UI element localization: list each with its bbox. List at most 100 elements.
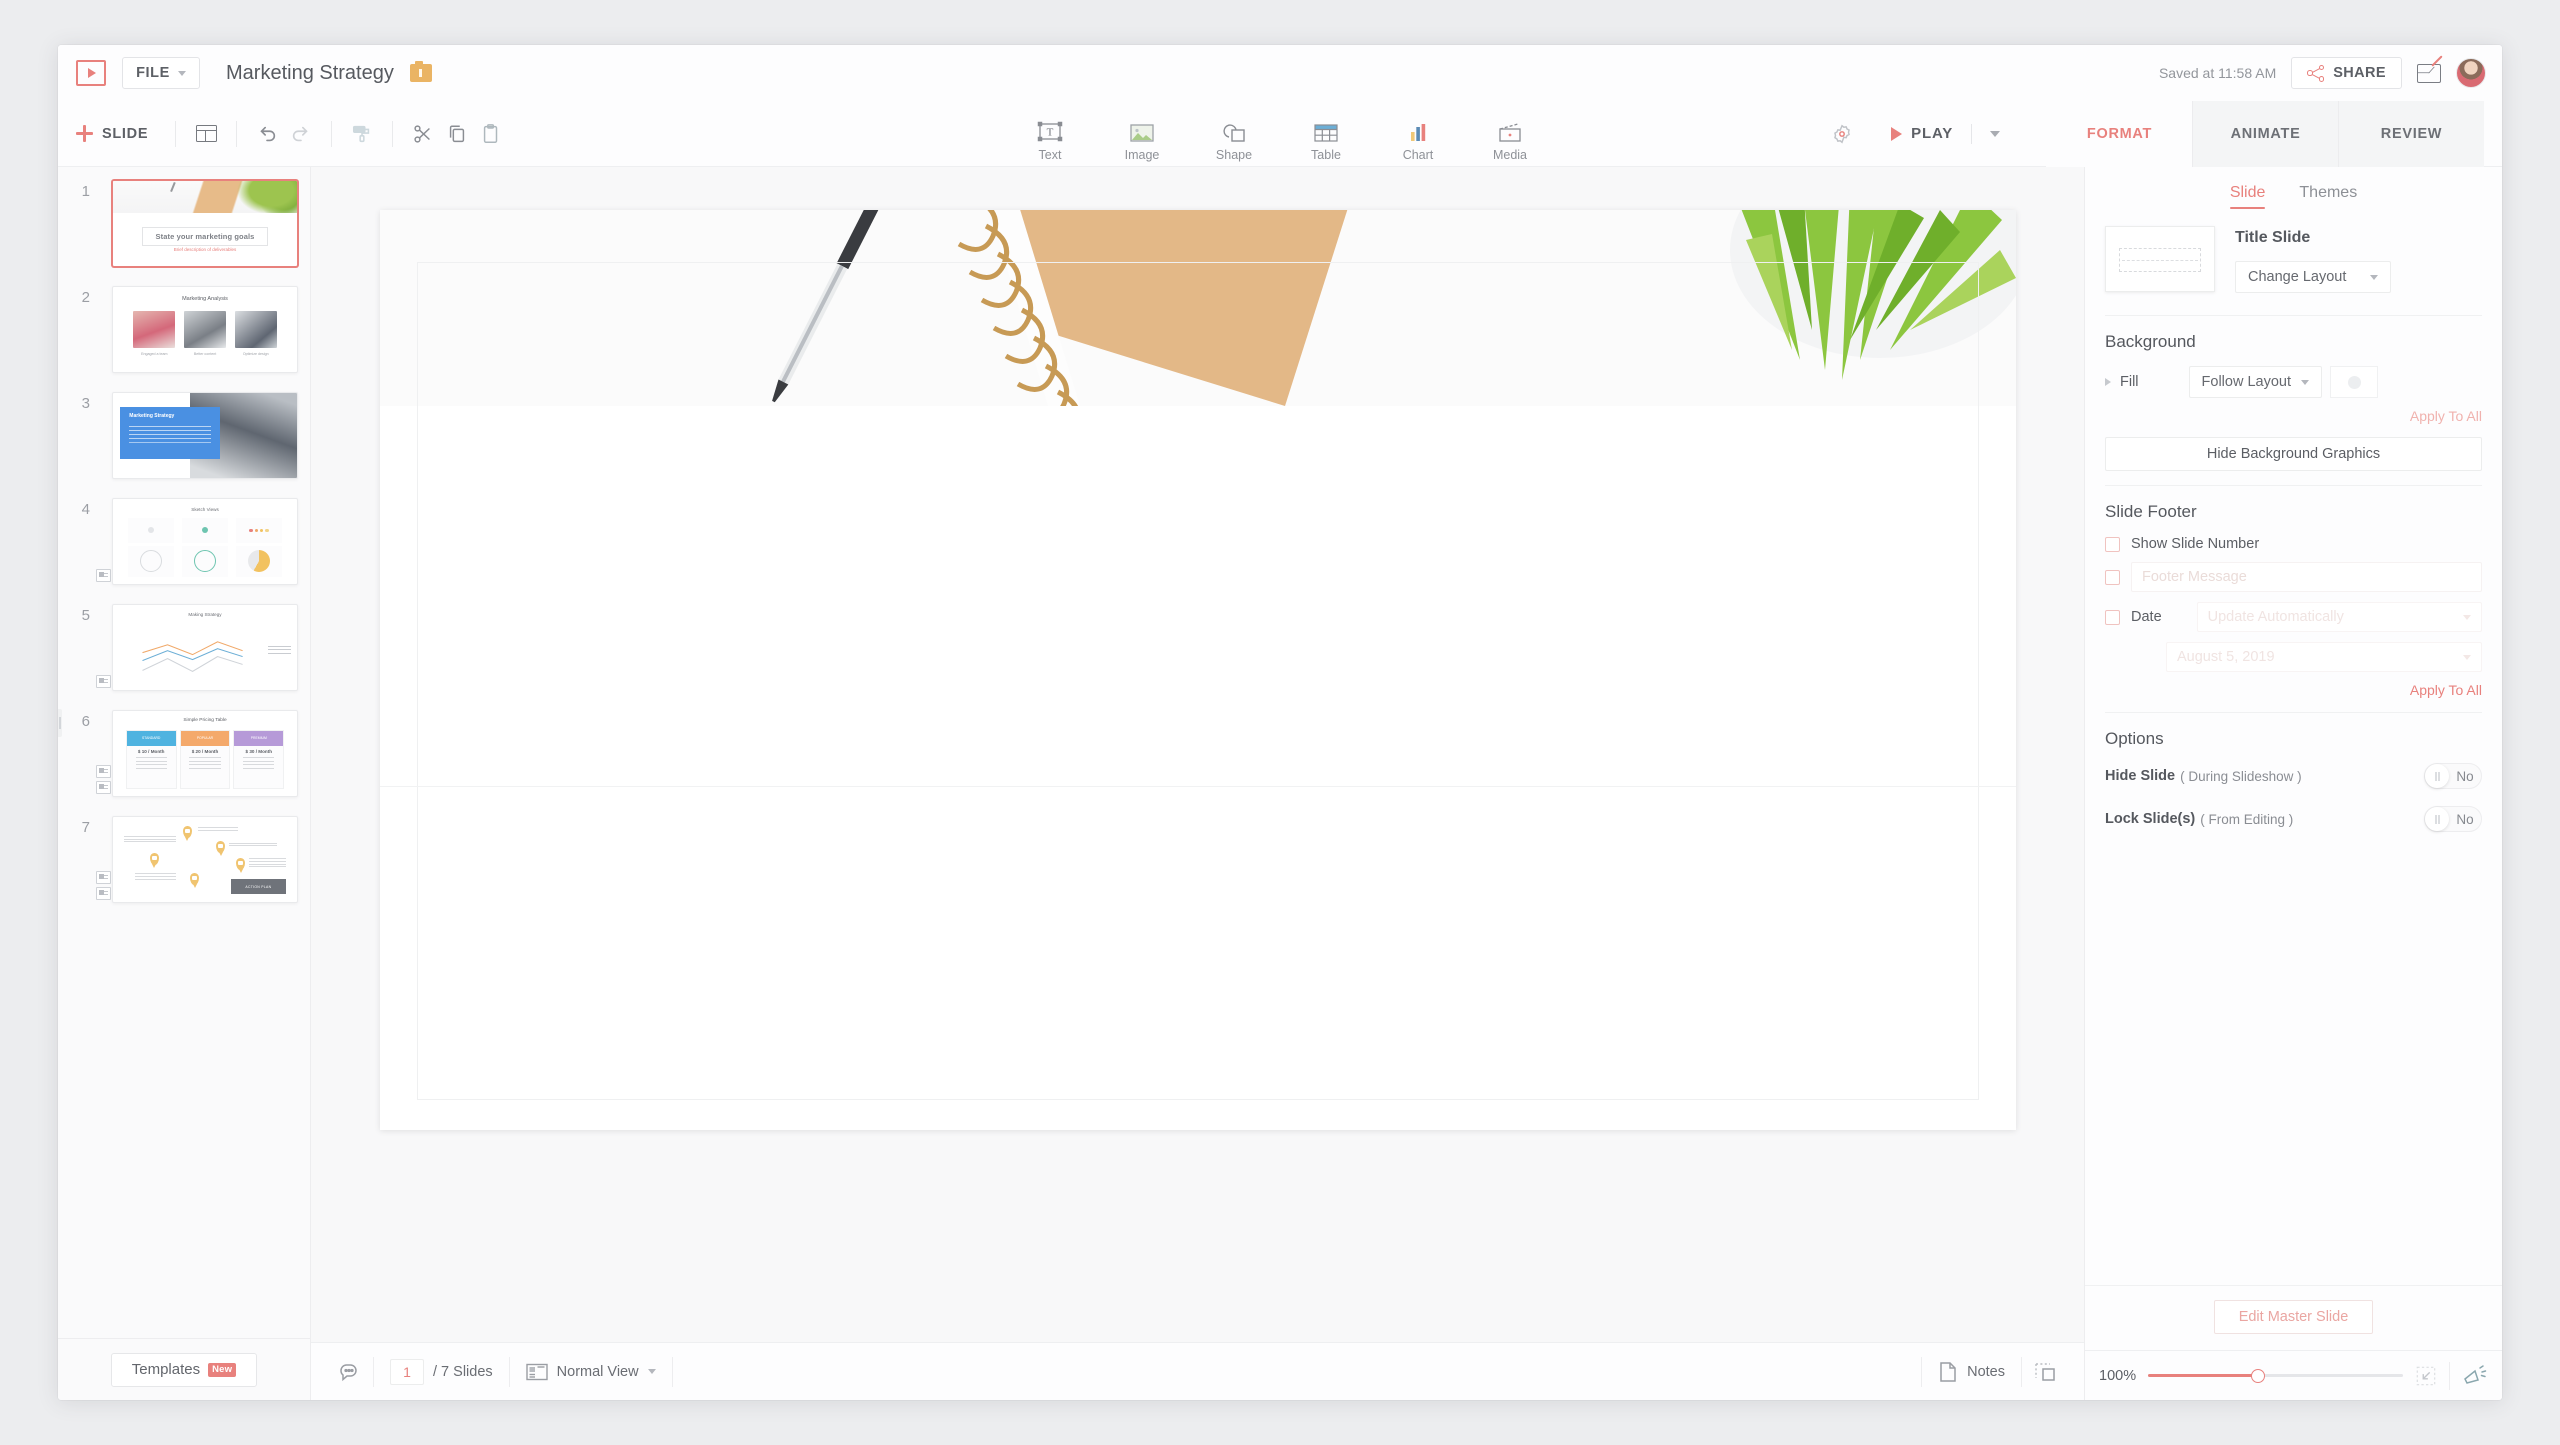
slide-preview[interactable]: Marketing Strategy (112, 392, 298, 479)
slide-thumbnail-2[interactable]: 2 Marketing Analysis Engaged a team Bett… (58, 286, 310, 392)
background-title: Background (2105, 332, 2196, 351)
zoom-slider-handle[interactable] (2251, 1368, 2266, 1383)
hide-slide-toggle[interactable]: No (2424, 763, 2482, 789)
change-layout-button[interactable]: Change Layout (2235, 261, 2391, 293)
date-checkbox[interactable] (2105, 609, 2120, 625)
cut-button[interactable] (406, 117, 440, 151)
play-button[interactable]: PLAY (1877, 123, 2010, 144)
panel-collapse-handle-icon[interactable] (58, 708, 62, 737)
slide-preview[interactable]: Simple Pricing Table STANDARD $ 10 / Mont… (112, 710, 298, 797)
panel-toggle-button[interactable] (2022, 1343, 2068, 1401)
fill-label: Fill (2120, 374, 2139, 390)
subtab-slide[interactable]: Slide (2229, 184, 2265, 209)
slide-layout-button[interactable] (189, 117, 223, 151)
slide-thumbnail-6[interactable]: 6 Simple Pricing Table STANDARD $ 10 / Mo… (58, 710, 310, 816)
templates-button[interactable]: Templates New (110, 1352, 258, 1387)
templates-label: Templates (131, 1361, 201, 1378)
slide-guide-line (379, 786, 2016, 787)
status-bar-right: Notes (1921, 1343, 2068, 1401)
slide-thumbnail-7[interactable]: 7 ACTION PLAN (58, 816, 310, 922)
slide-number: 4 (81, 501, 90, 518)
insert-image-label: Image (1124, 148, 1160, 162)
map-pin-icon (236, 857, 246, 873)
background-apply-to-all[interactable]: Apply To All (2105, 408, 2482, 424)
add-slide-button[interactable]: SLIDE (76, 125, 162, 142)
format-panel-content: Title Slide Change Layout Background Fil… (2085, 209, 2502, 1285)
title-slide-layout-thumbnail[interactable] (2105, 226, 2215, 292)
format-painter-button[interactable] (345, 117, 379, 151)
subtab-themes[interactable]: Themes (2299, 184, 2357, 209)
slide-preview[interactable]: Marketing Analysis Engaged a team Better… (112, 286, 298, 373)
status-bar: 1 / 7 Slides Normal View Notes (311, 1342, 2084, 1400)
page-total-label: / 7 Slides (433, 1363, 493, 1380)
settings-button[interactable] (1825, 117, 1859, 151)
tab-format[interactable]: FORMAT (2046, 100, 2192, 167)
triangle-right-icon[interactable] (2105, 378, 2111, 386)
comment-button[interactable] (327, 1343, 373, 1401)
chevron-down-icon[interactable] (1990, 130, 2000, 137)
tab-format-label: FORMAT (2086, 125, 2153, 142)
show-slide-number-checkbox[interactable] (2105, 536, 2120, 552)
footer-message-checkbox[interactable] (2105, 569, 2120, 585)
document-title[interactable]: Marketing Strategy (226, 62, 394, 85)
fit-to-screen-icon[interactable] (2415, 1365, 2437, 1387)
copy-button[interactable] (440, 117, 474, 151)
share-button[interactable]: SHARE (2291, 57, 2402, 89)
redo-button[interactable] (284, 117, 318, 151)
insert-text-button[interactable]: T Text (1023, 117, 1077, 162)
slide-thumbnail-5[interactable]: 5 Making Strategy (58, 604, 310, 710)
footer-apply-to-all[interactable]: Apply To All (2105, 682, 2482, 698)
slide-preview[interactable]: ACTION PLAN (112, 816, 298, 903)
edit-master-slide-button[interactable]: Edit Master Slide (2213, 1300, 2374, 1334)
slide-canvas[interactable] (379, 210, 2016, 1130)
notes-button[interactable]: Notes (1922, 1343, 2021, 1401)
slide-preview[interactable]: State your marketing goals Brief descrip… (112, 180, 298, 267)
templates-bar: Templates New (58, 1338, 310, 1400)
view-mode-selector[interactable]: Normal View (510, 1343, 672, 1401)
insert-table-button[interactable]: Table (1299, 117, 1353, 162)
insert-shape-label: Shape (1215, 148, 1253, 162)
slide-thumbnail-1[interactable]: 1 State your marketing goals Brief descr… (58, 180, 310, 286)
slide-preview[interactable]: Sketch Views (112, 498, 298, 585)
lock-slide-toggle[interactable]: No (2424, 806, 2482, 832)
canvas-viewport[interactable] (311, 167, 2084, 1342)
gear-icon (1834, 124, 1851, 143)
fill-select[interactable]: Follow Layout (2188, 366, 2322, 398)
user-avatar[interactable] (2456, 58, 2486, 88)
paste-button[interactable] (474, 117, 508, 151)
insert-chart-button[interactable]: Chart (1391, 117, 1445, 162)
tab-review[interactable]: REVIEW (2338, 100, 2484, 167)
compose-mail-icon[interactable] (2417, 63, 2441, 83)
hide-background-graphics-button[interactable]: Hide Background Graphics (2105, 437, 2482, 471)
slide-thumbnail-panel: 1 State your marketing goals Brief descr… (58, 167, 311, 1400)
folder-icon[interactable] (409, 61, 432, 82)
slide-marks (94, 264, 112, 267)
chevron-down-icon (2301, 379, 2309, 385)
date-value: August 5, 2019 (2177, 649, 2275, 665)
slide-content-placeholder[interactable] (416, 262, 1979, 1100)
date-mode-select[interactable]: Update Automatically (2196, 602, 2482, 632)
add-slide-label: SLIDE (102, 125, 149, 142)
slide-thumbnail-4[interactable]: 4 Sketch Views (58, 498, 310, 604)
slide-thumbnail-list[interactable]: 1 State your marketing goals Brief descr… (58, 167, 310, 1338)
saved-status: Saved at 11:58 AM (2158, 65, 2277, 81)
insert-image-button[interactable]: Image (1115, 117, 1169, 162)
slide-preview[interactable]: Making Strategy (112, 604, 298, 691)
zoom-slider[interactable] (2148, 1368, 2403, 1383)
slide-thumbnail-3[interactable]: 3 Marketing Strategy (58, 392, 310, 498)
insert-shape-button[interactable]: Shape (1207, 117, 1261, 162)
broadcast-icon[interactable] (2462, 1364, 2488, 1388)
insert-media-button[interactable]: Media (1483, 117, 1537, 162)
slide-layout-icon (195, 125, 217, 142)
workspace: 1 State your marketing goals Brief descr… (58, 167, 2502, 1400)
footer-message-input[interactable]: Footer Message (2131, 562, 2482, 592)
date-label: Date (2131, 609, 2162, 625)
toolbar-right-group: PLAY FORMAT ANIMATE REVIEW (1825, 100, 2484, 167)
file-menu-button[interactable]: FILE (122, 57, 200, 89)
zoho-show-logo-icon[interactable] (76, 60, 106, 86)
undo-button[interactable] (250, 117, 284, 151)
tab-animate[interactable]: ANIMATE (2192, 100, 2338, 167)
date-format-select[interactable]: August 5, 2019 (2166, 642, 2482, 672)
current-page-input[interactable]: 1 (390, 1358, 424, 1385)
color-swatch-icon[interactable] (2330, 366, 2378, 398)
